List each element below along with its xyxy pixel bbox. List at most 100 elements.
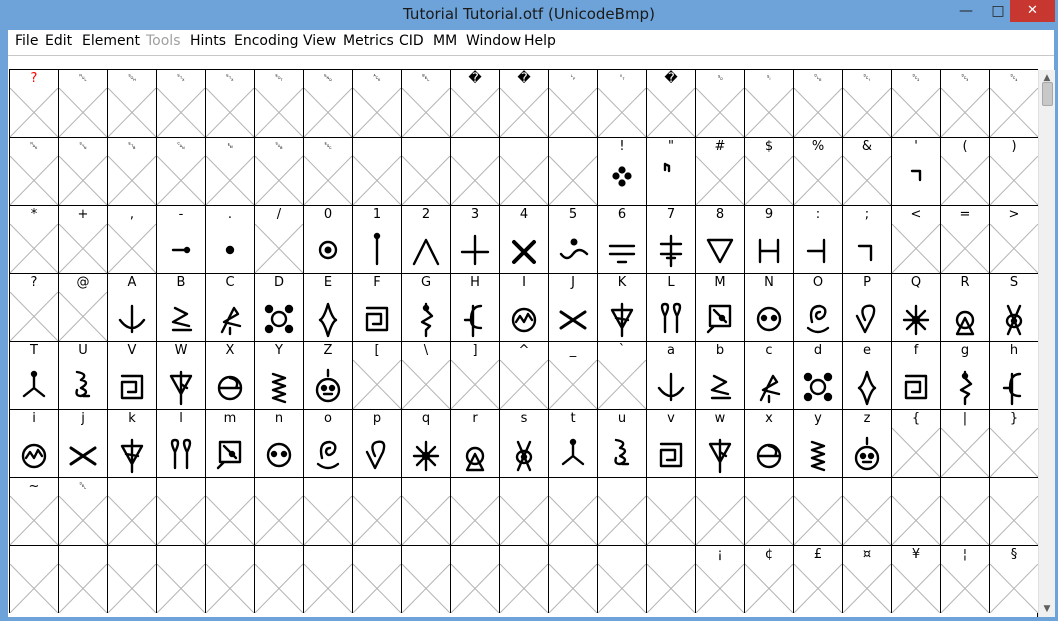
glyph-cell[interactable]: /: [254, 205, 303, 273]
glyph-cell[interactable]: R: [940, 273, 989, 341]
glyph-cell[interactable]: b: [695, 341, 744, 409]
glyph-cell[interactable]: A: [107, 273, 156, 341]
glyph-cell[interactable]: [205, 477, 254, 545]
glyph-cell[interactable]: [352, 477, 401, 545]
glyph-cell[interactable]: [156, 545, 205, 613]
close-button[interactable]: ✕: [1010, 0, 1055, 22]
glyph-cell[interactable]: K: [597, 273, 646, 341]
glyph-cell[interactable]: [499, 137, 548, 205]
glyph-cell[interactable]: Q: [891, 273, 940, 341]
glyph-cell[interactable]: [254, 477, 303, 545]
glyph-cell[interactable]: ¦: [940, 545, 989, 613]
glyph-cell[interactable]: [548, 545, 597, 613]
glyph-cell[interactable]: y: [793, 409, 842, 477]
glyph-cell[interactable]: ␡: [58, 477, 107, 545]
glyph-cell[interactable]: [450, 545, 499, 613]
glyph-cell[interactable]: 9: [744, 205, 793, 273]
glyph-cell[interactable]: 8: [695, 205, 744, 273]
glyph-cell[interactable]: [401, 137, 450, 205]
glyph-cell[interactable]: [: [352, 341, 401, 409]
glyph-cell[interactable]: ¡: [695, 545, 744, 613]
glyph-cell[interactable]: v: [646, 409, 695, 477]
glyph-cell[interactable]: [450, 137, 499, 205]
glyph-cell[interactable]: ␀: [58, 69, 107, 137]
glyph-cell[interactable]: x: [744, 409, 793, 477]
glyph-cell[interactable]: [107, 477, 156, 545]
glyph-cell[interactable]: S: [989, 273, 1038, 341]
glyph-cell[interactable]: p: [352, 409, 401, 477]
glyph-cell[interactable]: E: [303, 273, 352, 341]
glyph-cell[interactable]: ␄: [254, 69, 303, 137]
glyph-cell[interactable]: V: [107, 341, 156, 409]
glyph-cell[interactable]: ␒: [891, 69, 940, 137]
menu-window[interactable]: Window: [466, 33, 521, 49]
menu-help[interactable]: Help: [524, 33, 556, 49]
glyph-cell[interactable]: 7: [646, 205, 695, 273]
glyph-cell[interactable]: [940, 477, 989, 545]
glyph-cell[interactable]: ␗: [107, 137, 156, 205]
glyph-cell[interactable]: G: [401, 273, 450, 341]
glyph-cell[interactable]: W: [156, 341, 205, 409]
menu-file[interactable]: File: [15, 33, 38, 49]
glyph-cell[interactable]: ␅: [303, 69, 352, 137]
glyph-cell[interactable]: 4: [499, 205, 548, 273]
glyph-cell[interactable]: H: [450, 273, 499, 341]
glyph-cell[interactable]: T: [9, 341, 58, 409]
glyph-cell[interactable]: n: [254, 409, 303, 477]
glyph-cell[interactable]: |: [940, 409, 989, 477]
glyph-cell[interactable]: 1: [352, 205, 401, 273]
glyph-cell[interactable]: j: [58, 409, 107, 477]
glyph-cell[interactable]: [548, 137, 597, 205]
glyph-cell[interactable]: $: [744, 137, 793, 205]
glyph-cell[interactable]: ␎: [695, 69, 744, 137]
title-bar[interactable]: Tutorial Tutorial.otf (UnicodeBmp) — □ ✕: [0, 0, 1058, 30]
glyph-cell[interactable]: J: [548, 273, 597, 341]
glyph-cell[interactable]: ¥: [891, 545, 940, 613]
glyph-cell[interactable]: [646, 545, 695, 613]
menu-hints[interactable]: Hints: [190, 33, 226, 49]
glyph-cell[interactable]: d: [793, 341, 842, 409]
glyph-cell[interactable]: w: [695, 409, 744, 477]
glyph-cell[interactable]: [646, 477, 695, 545]
glyph-cell[interactable]: =: [940, 205, 989, 273]
menu-edit[interactable]: Edit: [45, 33, 72, 49]
glyph-cell[interactable]: [989, 477, 1038, 545]
glyph-cell[interactable]: ?: [9, 273, 58, 341]
glyph-cell[interactable]: >: [989, 205, 1038, 273]
glyph-cell[interactable]: [107, 545, 156, 613]
glyph-cell[interactable]: U: [58, 341, 107, 409]
glyph-cell[interactable]: �: [646, 69, 695, 137]
glyph-cell[interactable]: ␏: [744, 69, 793, 137]
glyph-cell[interactable]: !: [597, 137, 646, 205]
glyph-cell[interactable]: [499, 545, 548, 613]
glyph-cell[interactable]: @: [58, 273, 107, 341]
glyph-cell[interactable]: F: [352, 273, 401, 341]
glyph-cell[interactable]: [205, 545, 254, 613]
glyph-cell[interactable]: ␊: [548, 69, 597, 137]
glyph-cell[interactable]: §: [989, 545, 1038, 613]
glyph-cell[interactable]: :: [793, 205, 842, 273]
glyph-cell[interactable]: [744, 477, 793, 545]
glyph-cell[interactable]: [842, 477, 891, 545]
glyph-cell[interactable]: ¢: [744, 545, 793, 613]
glyph-cell[interactable]: [352, 545, 401, 613]
glyph-cell[interactable]: _: [548, 341, 597, 409]
glyph-cell[interactable]: £: [793, 545, 842, 613]
scroll-down-arrow-icon[interactable]: ▼: [1039, 601, 1055, 617]
glyph-cell[interactable]: <: [891, 205, 940, 273]
glyph-cell[interactable]: m: [205, 409, 254, 477]
glyph-cell[interactable]: o: [303, 409, 352, 477]
glyph-cell[interactable]: ␁: [107, 69, 156, 137]
glyph-cell[interactable]: ␖: [58, 137, 107, 205]
glyph-cell[interactable]: [891, 477, 940, 545]
glyph-cell[interactable]: ␋: [597, 69, 646, 137]
glyph-cell[interactable]: Y: [254, 341, 303, 409]
glyph-cell[interactable]: [401, 477, 450, 545]
glyph-cell[interactable]: [401, 545, 450, 613]
glyph-cell[interactable]: ␑: [842, 69, 891, 137]
glyph-cell[interactable]: i: [9, 409, 58, 477]
glyph-cell[interactable]: {: [891, 409, 940, 477]
glyph-cell[interactable]: Z: [303, 341, 352, 409]
glyph-cell[interactable]: t: [548, 409, 597, 477]
glyph-cell[interactable]: ;: [842, 205, 891, 273]
